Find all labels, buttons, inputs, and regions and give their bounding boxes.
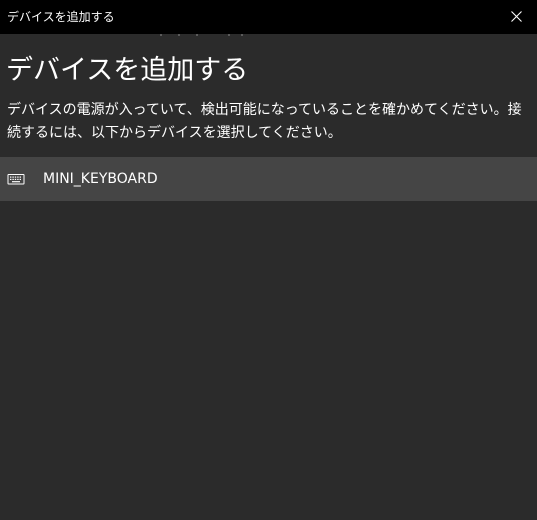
keyboard-icon: [7, 174, 25, 185]
instructions-text: デバイスの電源が入っていて、検出可能になっていることを確かめてください。接続する…: [7, 102, 522, 141]
progress-dot: [178, 34, 180, 36]
searching-progress-indicator: [0, 34, 537, 38]
progress-dot: [160, 34, 162, 36]
title-bar: デバイスを追加する: [0, 0, 537, 34]
close-button[interactable]: [497, 0, 537, 34]
progress-dot: [241, 34, 243, 36]
progress-dot: [228, 34, 230, 36]
device-list: MINI_KEYBOARD: [0, 157, 537, 201]
device-name: MINI_KEYBOARD: [43, 171, 158, 187]
close-icon: [511, 11, 522, 22]
add-device-window: デバイスを追加する デバイスを追加する デバイスの電源が入っていて、検出可能にな…: [0, 0, 537, 520]
window-title: デバイスを追加する: [7, 10, 115, 24]
device-item-mini-keyboard[interactable]: MINI_KEYBOARD: [0, 157, 537, 201]
page-title: デバイスを追加する: [6, 55, 249, 86]
progress-dot: [196, 34, 198, 36]
